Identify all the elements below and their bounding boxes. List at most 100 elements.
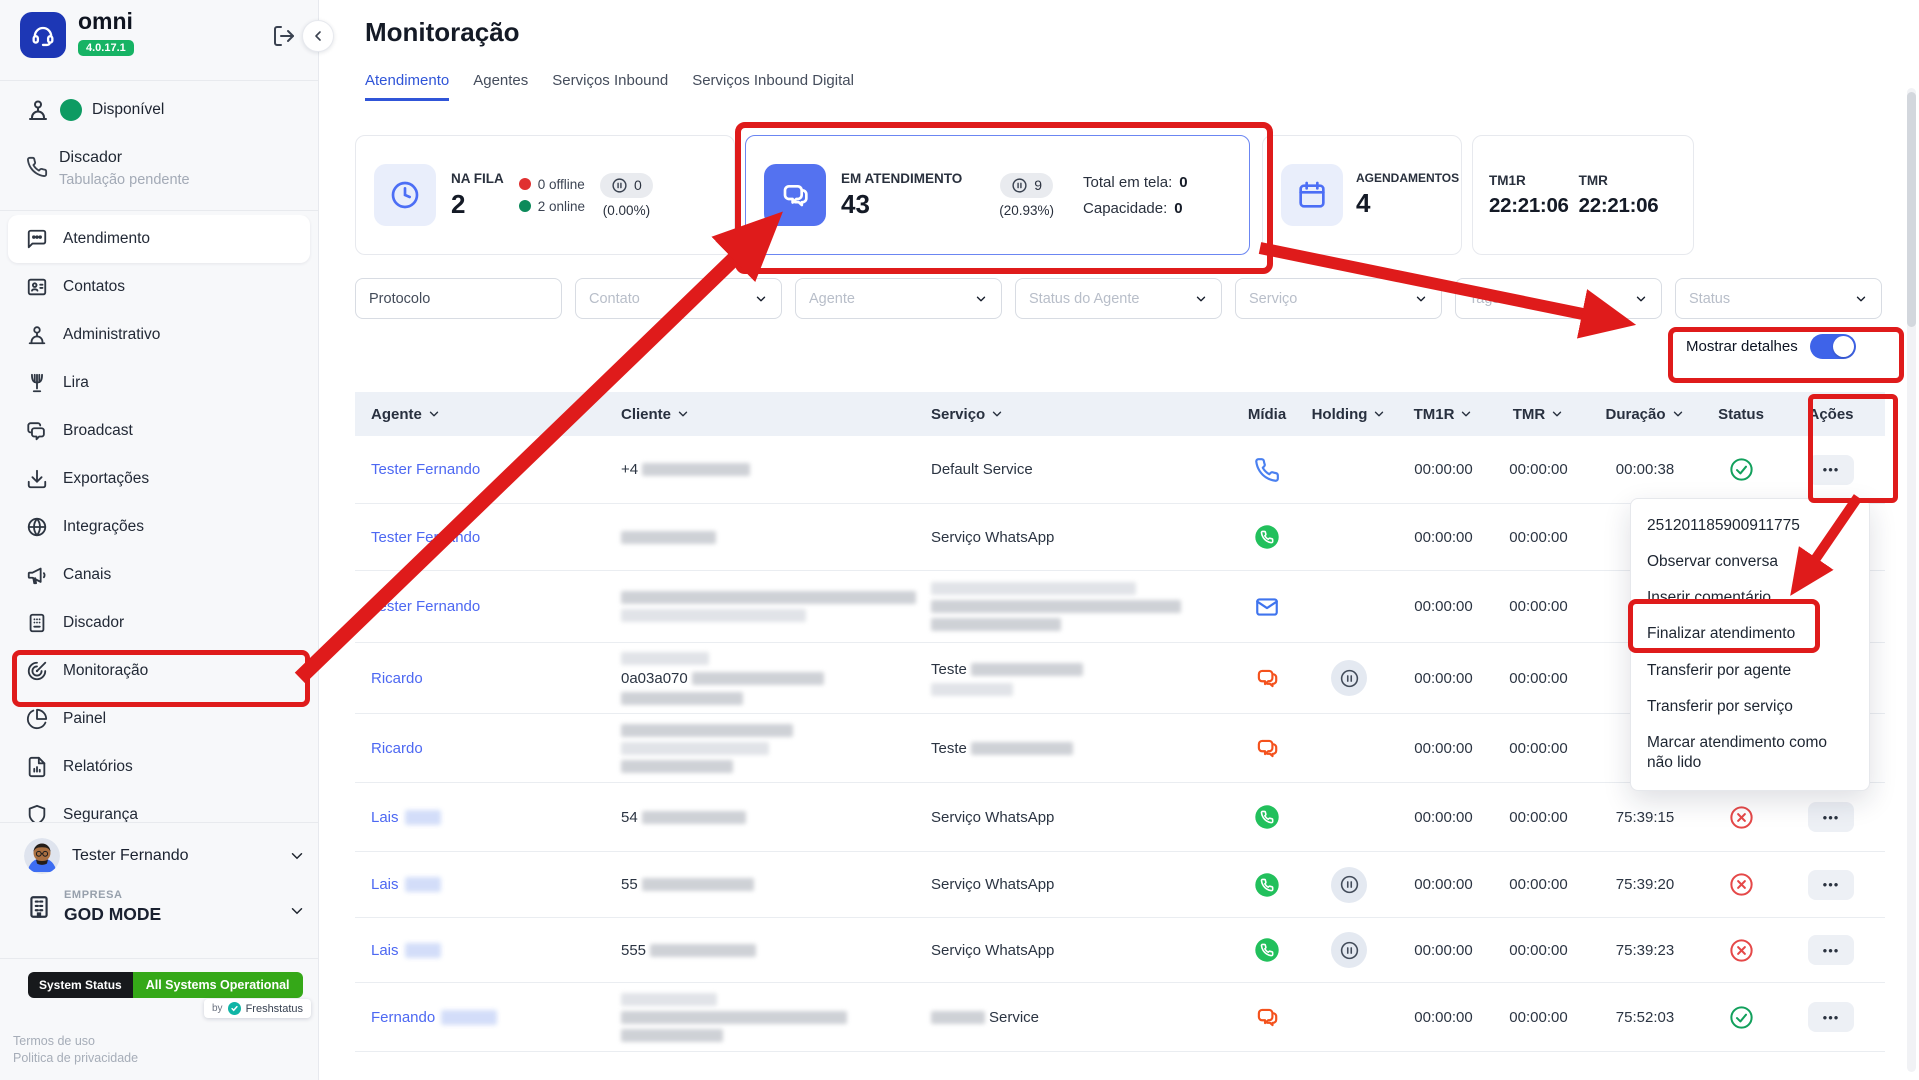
pause-count: 9 <box>1034 177 1042 193</box>
row-actions-button[interactable]: ••• <box>1808 870 1854 900</box>
table-row: Lais55Serviço WhatsApp00:00:0000:00:0075… <box>355 852 1885 918</box>
agent-link[interactable]: Lais <box>371 942 399 959</box>
scrollbar-thumb[interactable] <box>1907 92 1916 327</box>
sidebar-item-relat-rios[interactable]: Relatórios <box>0 743 318 791</box>
sidebar-item-painel[interactable]: Painel <box>0 695 318 743</box>
row-actions-button[interactable]: ••• <box>1808 935 1854 965</box>
context-menu-item-251201185900911775[interactable]: 251201185900911775 <box>1631 508 1869 544</box>
tab-atendimento[interactable]: Atendimento <box>365 72 449 101</box>
tab-servi-os-inbound-digital[interactable]: Serviços Inbound Digital <box>692 72 854 101</box>
col-header-tmr[interactable]: TMR <box>1492 406 1585 423</box>
sidebar-item-administrativo[interactable]: Administrativo <box>0 311 318 359</box>
chevron-down-icon <box>990 407 1004 421</box>
filter-placeholder: Tags <box>1469 291 1500 307</box>
sidebar-item-lira[interactable]: Lira <box>0 359 318 407</box>
agent-link[interactable]: Fernando <box>371 1009 435 1026</box>
context-menu-item-observar-conversa[interactable]: Observar conversa <box>1631 544 1869 580</box>
sidebar-item-exporta-es[interactable]: Exportações <box>0 455 318 503</box>
chevron-down-icon <box>1459 407 1473 421</box>
col-header-cliente[interactable]: Cliente <box>605 406 915 423</box>
row-actions-button[interactable]: ••• <box>1808 455 1854 485</box>
sidebar-item-seguran-a[interactable]: Segurança <box>0 791 318 822</box>
status-available-dot[interactable] <box>60 99 82 121</box>
context-menu-item-inserir-coment-rio[interactable]: Inserir comentário <box>1631 580 1869 616</box>
cell-text: Serviço WhatsApp <box>931 876 1054 893</box>
col-header-dura-o[interactable]: Duração <box>1585 406 1705 423</box>
offline-count: 0 offline <box>538 177 585 192</box>
x-icon <box>1728 871 1755 898</box>
dialer-title[interactable]: Discador <box>59 149 122 167</box>
chevron-down-icon <box>1194 292 1208 306</box>
row-actions-button[interactable]: ••• <box>1808 1002 1854 1032</box>
agent-link[interactable]: Ricardo <box>371 670 423 687</box>
filter-contato[interactable]: Contato <box>575 278 782 319</box>
show-details-label: Mostrar detalhes <box>1686 338 1798 355</box>
sidebar-item-atendimento[interactable]: Atendimento <box>8 215 310 263</box>
filter-servi-o[interactable]: Serviço <box>1235 278 1442 319</box>
chevron-down-icon[interactable] <box>288 902 306 920</box>
email-icon <box>1254 594 1280 620</box>
agent-cell: Tester Fernando <box>355 571 605 642</box>
col-header-tm1r[interactable]: TM1R <box>1395 406 1492 423</box>
redacted-text <box>642 463 750 476</box>
system-status-badge[interactable]: System Status All Systems Operational <box>28 972 303 998</box>
context-menu-item-transferir-por-agente[interactable]: Transferir por agente <box>1631 653 1869 689</box>
sidebar-item-discador[interactable]: Discador <box>0 599 318 647</box>
agent-link[interactable]: Tester Fernando <box>371 529 480 546</box>
media-cell <box>1231 783 1303 851</box>
sidebar-item-broadcast[interactable]: Broadcast <box>0 407 318 455</box>
agent-cell: Lais <box>355 918 605 982</box>
na-fila-card: NA FILA 2 0 offline 2 online 0 (0.00%) <box>355 135 735 255</box>
filter-status-do-agente[interactable]: Status do Agente <box>1015 278 1222 319</box>
filter-placeholder: Contato <box>589 291 640 307</box>
agent-link[interactable]: Tester Fernando <box>371 461 480 478</box>
capacity-stats: Total em tela:0 Capacidade:0 <box>1083 174 1188 217</box>
col-header-servi-o[interactable]: Serviço <box>915 406 1231 423</box>
agent-link[interactable]: Ricardo <box>371 740 423 757</box>
sidebar-item-label: Segurança <box>63 806 138 822</box>
terms-link[interactable]: Termos de uso <box>13 1034 95 1048</box>
context-menu-item-marcar-atendimento-como-n-o-lido[interactable]: Marcar atendimento como não lido <box>1631 725 1869 781</box>
row-actions-button[interactable]: ••• <box>1808 802 1854 832</box>
logout-icon[interactable] <box>272 24 296 48</box>
privacy-link[interactable]: Politica de privacidade <box>13 1051 138 1065</box>
context-menu-item-finalizar-atendimento[interactable]: Finalizar atendimento <box>1631 616 1869 652</box>
avatar[interactable] <box>24 838 60 874</box>
sidebar-item-contatos[interactable]: Contatos <box>0 263 318 311</box>
sidebar-item-integra-es[interactable]: Integrações <box>0 503 318 551</box>
col-header-agente[interactable]: Agente <box>355 406 605 423</box>
divider <box>0 80 318 81</box>
agent-link[interactable]: Lais <box>371 809 399 826</box>
show-details-toggle[interactable] <box>1810 334 1856 359</box>
sidebar-item-monitora-o[interactable]: Monitoração <box>0 647 318 695</box>
tm1r-cell: 00:00:00 <box>1395 643 1492 713</box>
tab-agentes[interactable]: Agentes <box>473 72 528 101</box>
actions-context-menu: 251201185900911775Observar conversaInser… <box>1630 498 1870 791</box>
user-name[interactable]: Tester Fernando <box>72 847 189 865</box>
agent-link[interactable]: Tester Fernando <box>371 598 480 615</box>
service-cell <box>915 571 1231 642</box>
context-menu-item-transferir-por-servi-o[interactable]: Transferir por serviço <box>1631 689 1869 725</box>
filter-status[interactable]: Status <box>1675 278 1882 319</box>
chevron-down-icon[interactable] <box>288 847 306 865</box>
status-cell <box>1705 918 1777 982</box>
freshstatus-badge[interactable]: by Freshstatus <box>204 999 311 1018</box>
na-fila-kv: NA FILA 2 <box>451 171 504 220</box>
radar-icon <box>26 660 48 682</box>
chat-icon <box>1254 735 1280 761</box>
sidebar-item-label: Lira <box>63 374 89 392</box>
filter-protocolo[interactable]: Protocolo <box>355 278 562 319</box>
card-value: 2 <box>451 189 504 220</box>
col-header-holding[interactable]: Holding <box>1303 406 1395 423</box>
sidebar-item-canais[interactable]: Canais <box>0 551 318 599</box>
agent-link[interactable]: Lais <box>371 876 399 893</box>
client-cell: 55 <box>605 852 915 917</box>
filter-tags[interactable]: Tags <box>1455 278 1662 319</box>
company-name[interactable]: GOD MODE <box>64 904 161 925</box>
page-title: Monitoração <box>365 17 520 48</box>
card-label: EM ATENDIMENTO <box>841 171 962 186</box>
sidebar-collapse-button[interactable] <box>302 20 334 52</box>
filter-agente[interactable]: Agente <box>795 278 1002 319</box>
col-header-label: Serviço <box>931 406 985 423</box>
tab-servi-os-inbound[interactable]: Serviços Inbound <box>552 72 668 101</box>
